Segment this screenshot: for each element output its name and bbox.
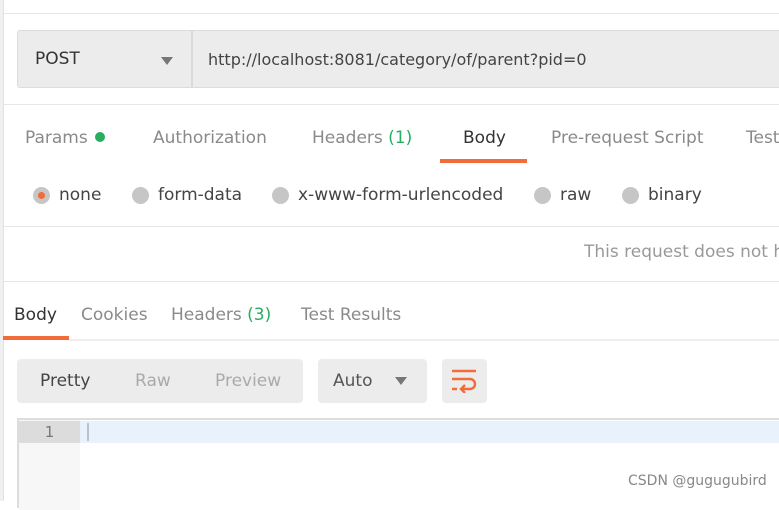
tab-headers[interactable]: Headers (1) bbox=[312, 128, 412, 148]
divider bbox=[4, 226, 779, 227]
active-line bbox=[80, 421, 779, 443]
format-select-value: Auto bbox=[333, 371, 373, 391]
active-tab-underline bbox=[440, 159, 527, 163]
chevron-down-icon bbox=[161, 57, 173, 65]
raw-button[interactable]: Raw bbox=[135, 371, 171, 391]
sidebar-edge bbox=[0, 0, 4, 501]
format-select[interactable]: Auto bbox=[318, 359, 427, 403]
text-cursor bbox=[87, 423, 89, 441]
line-number: 1 bbox=[19, 421, 80, 443]
watermark: CSDN @gugugubird bbox=[628, 473, 767, 489]
response-tab-headers[interactable]: Headers (3) bbox=[171, 305, 271, 325]
radio-x-www-form-urlencoded[interactable]: x-www-form-urlencoded bbox=[272, 185, 503, 205]
url-input[interactable]: http://localhost:8081/category/of/parent… bbox=[193, 31, 587, 87]
method-label: POST bbox=[35, 49, 80, 69]
radio-icon bbox=[534, 186, 551, 204]
radio-icon bbox=[132, 186, 149, 204]
response-tab-test-results[interactable]: Test Results bbox=[301, 305, 401, 325]
title-strip bbox=[4, 0, 779, 14]
tab-body[interactable]: Body bbox=[463, 128, 506, 148]
preview-button[interactable]: Preview bbox=[215, 371, 281, 391]
view-mode-group: Pretty Raw Preview bbox=[17, 359, 303, 403]
chevron-down-icon bbox=[395, 377, 407, 385]
divider bbox=[69, 339, 779, 341]
wrap-lines-icon bbox=[452, 369, 477, 393]
divider bbox=[4, 104, 779, 105]
active-response-tab-underline bbox=[3, 336, 69, 340]
method-select[interactable]: POST bbox=[18, 31, 193, 87]
radio-binary[interactable]: binary bbox=[622, 185, 702, 205]
wrap-lines-button[interactable] bbox=[442, 359, 487, 403]
response-tab-body[interactable]: Body bbox=[14, 305, 57, 325]
tab-params[interactable]: Params bbox=[25, 128, 105, 148]
radio-icon bbox=[272, 186, 289, 204]
radio-form-data[interactable]: form-data bbox=[132, 185, 242, 205]
request-bar: POST http://localhost:8081/category/of/p… bbox=[17, 30, 779, 88]
radio-none[interactable]: none bbox=[33, 185, 101, 205]
body-note: This request does not h bbox=[584, 242, 779, 262]
radio-raw[interactable]: raw bbox=[534, 185, 591, 205]
response-tab-cookies[interactable]: Cookies bbox=[81, 305, 148, 325]
divider bbox=[4, 281, 779, 282]
radio-selected-icon bbox=[33, 186, 50, 204]
params-indicator-dot bbox=[94, 132, 105, 142]
response-editor[interactable]: 1 bbox=[17, 418, 779, 510]
tab-tests[interactable]: Test bbox=[746, 128, 779, 148]
tab-authorization[interactable]: Authorization bbox=[153, 128, 267, 148]
tab-pre-request-script[interactable]: Pre-request Script bbox=[551, 128, 704, 148]
pretty-button[interactable]: Pretty bbox=[40, 371, 90, 391]
radio-icon bbox=[622, 186, 639, 204]
